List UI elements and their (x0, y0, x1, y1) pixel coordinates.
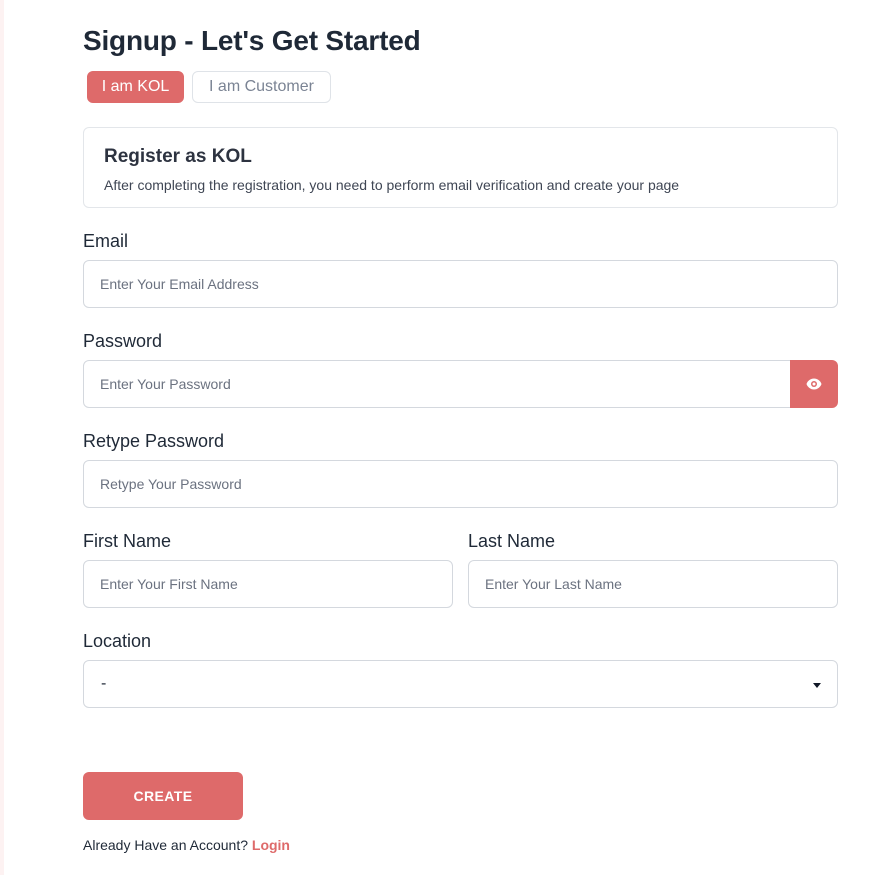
page-title: Signup - Let's Get Started (83, 25, 421, 56)
location-label: Location (83, 631, 152, 651)
last-name-field[interactable] (468, 560, 838, 608)
location-select[interactable]: - (83, 660, 838, 708)
info-card-description: After completing the registration, you n… (104, 177, 680, 193)
login-link[interactable]: Login (252, 837, 290, 853)
info-card-title: Register as KOL (104, 146, 252, 167)
tab-customer[interactable]: I am Customer (192, 71, 331, 103)
password-label: Password (83, 331, 163, 351)
toggle-password-visibility-button[interactable] (790, 360, 838, 408)
login-prompt-text: Already Have an Account? (83, 837, 248, 853)
retype-password-field[interactable] (83, 460, 838, 508)
left-edge-strip (0, 0, 4, 875)
register-info-card: Register as KOL After completing the reg… (83, 127, 838, 208)
login-prompt: Already Have an Account? Login (83, 837, 290, 853)
password-field[interactable] (83, 360, 791, 408)
email-field[interactable] (83, 260, 838, 308)
last-name-label: Last Name (468, 531, 556, 551)
first-name-field[interactable] (83, 560, 453, 608)
caret-down-icon (813, 683, 821, 688)
create-button[interactable]: CREATE (83, 772, 243, 820)
tab-kol[interactable]: I am KOL (87, 71, 184, 103)
location-selected-value: - (101, 675, 107, 692)
first-name-label: First Name (83, 531, 172, 551)
email-label: Email (83, 231, 129, 251)
eye-icon (806, 378, 822, 390)
retype-password-label: Retype Password (83, 431, 225, 451)
